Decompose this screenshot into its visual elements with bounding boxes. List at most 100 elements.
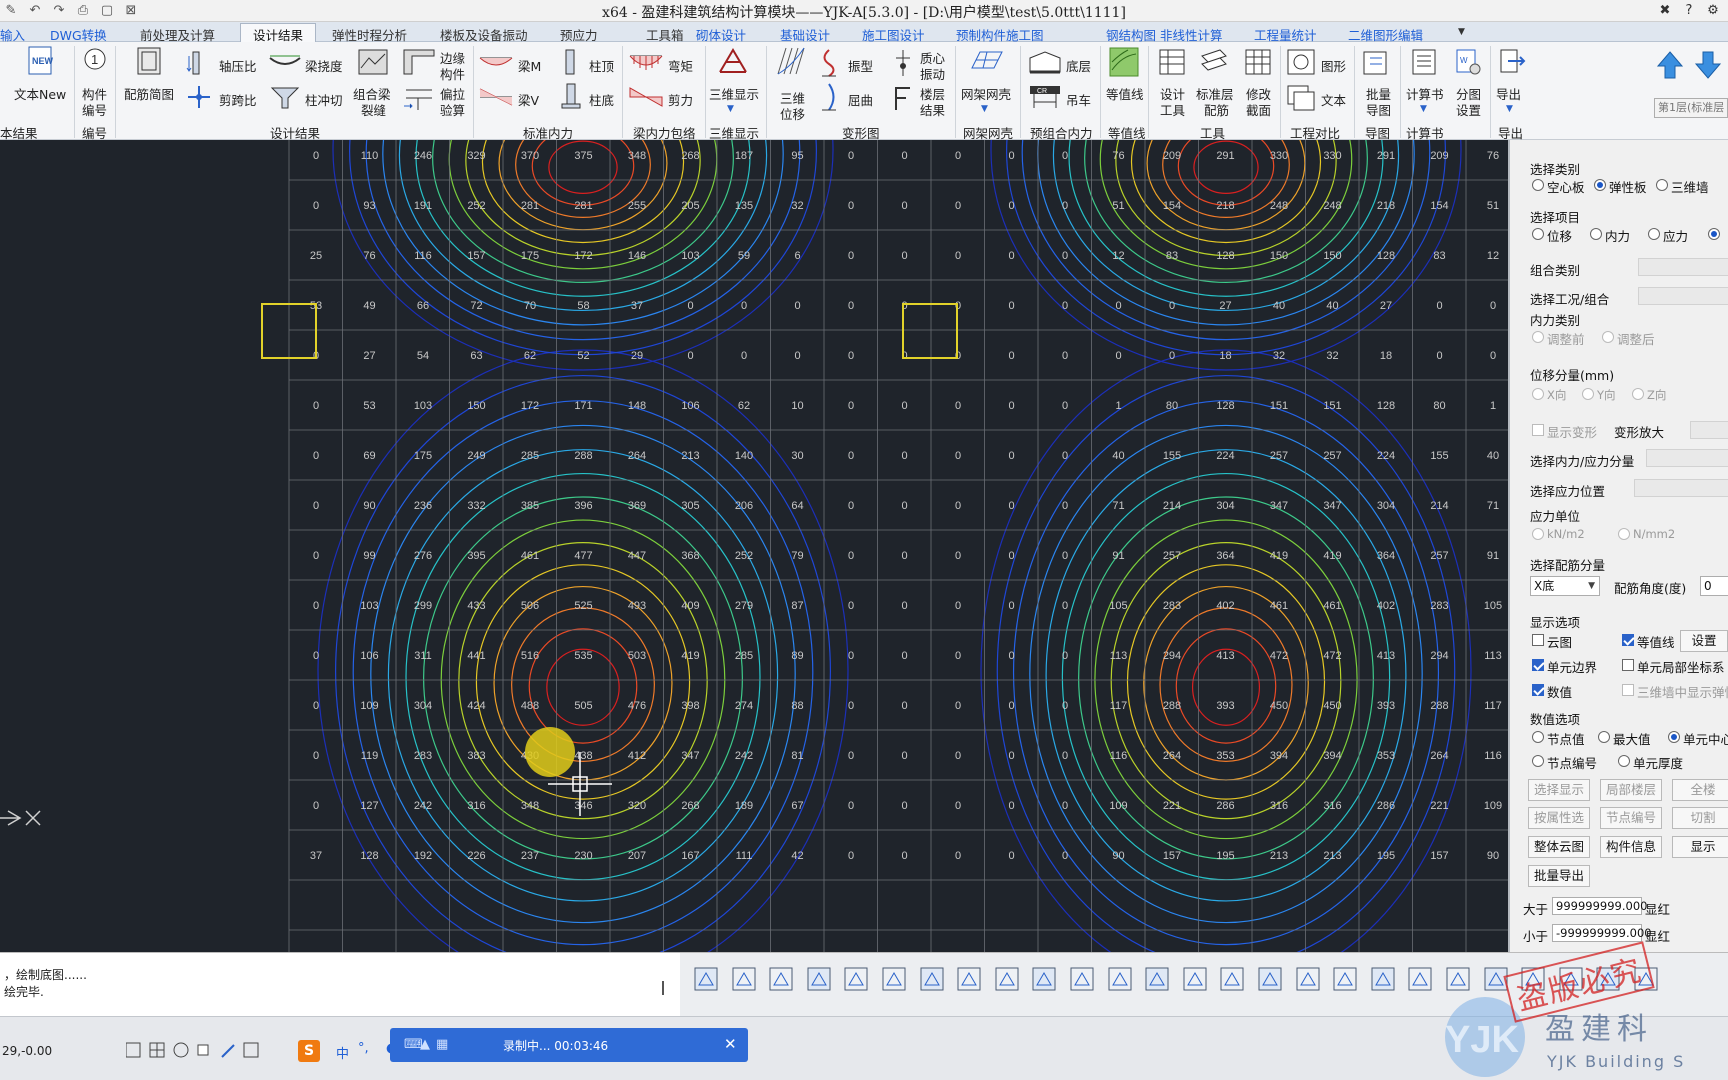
- dropdown-arrow-icon[interactable]: ▼: [727, 104, 734, 114]
- calc-book-button[interactable]: 计算书: [1406, 84, 1444, 103]
- text-new-button[interactable]: 文本New: [14, 84, 66, 103]
- member-number-label-2[interactable]: 编号: [82, 100, 107, 119]
- local-floor-button[interactable]: 局部楼层: [1600, 779, 1662, 801]
- pencil-icon[interactable]: [1519, 965, 1547, 993]
- contour-plot[interactable]: 0 110 246 329 370 375 348 268 187 95 0 0 0 0 0 76 209 291…: [0, 140, 1508, 952]
- camera-icon[interactable]: [1557, 965, 1585, 993]
- rebar-component-select[interactable]: X底 ▼: [1530, 576, 1600, 596]
- dimension-icon[interactable]: [1444, 965, 1472, 993]
- measure-angle-icon[interactable]: [1331, 965, 1359, 993]
- floor-up-icon[interactable]: [1656, 50, 1684, 80]
- copy-view-icon[interactable]: [880, 965, 908, 993]
- category-radio-3d-wall[interactable]: [1656, 179, 1668, 191]
- text-compare-button[interactable]: 文本: [1321, 90, 1346, 109]
- house-view-icon[interactable]: [1106, 965, 1134, 993]
- text-style-icon[interactable]: [1482, 965, 1510, 993]
- recording-bar[interactable]: ⌨ ▲ ▦ 录制中... 00:03:46 ✕: [390, 1028, 748, 1062]
- text-find-icon[interactable]: [767, 965, 795, 993]
- angle-icon[interactable]: [1369, 965, 1397, 993]
- shear-envelope-button[interactable]: 剪力: [668, 90, 693, 109]
- drawing-canvas[interactable]: 0 110 246 329 370 375 348 268 187 95 0 0 0 0 0 76 209 291…: [0, 140, 1508, 952]
- deform-scale-input[interactable]: [1690, 421, 1728, 439]
- column-top-button[interactable]: 柱顶: [589, 56, 614, 75]
- box-view-3-icon[interactable]: [1068, 965, 1096, 993]
- less-than-input[interactable]: -999999999.000: [1552, 924, 1652, 942]
- property-icon[interactable]: [730, 965, 758, 993]
- wall-3d-checkbox[interactable]: [1622, 684, 1634, 696]
- zoom-window-icon[interactable]: [1218, 965, 1246, 993]
- column-bottom-button[interactable]: 柱底: [589, 90, 614, 109]
- floor-select[interactable]: 第1层(标准层: [1654, 98, 1728, 118]
- cut-button[interactable]: 切割: [1672, 807, 1728, 829]
- beam-deflection-button[interactable]: 梁挠度: [305, 56, 343, 75]
- cloud-map-checkbox[interactable]: [1532, 634, 1544, 646]
- node-number-button[interactable]: 节点编号: [1600, 807, 1662, 829]
- buckling-button[interactable]: 屈曲: [848, 90, 873, 109]
- dropdown-arrow-icon[interactable]: ▼: [981, 104, 988, 114]
- export-button[interactable]: 导出: [1496, 84, 1521, 103]
- force-radio-after-adjust[interactable]: [1602, 331, 1614, 343]
- floor-result-label-2[interactable]: 结果: [920, 100, 945, 119]
- ime-logo-icon[interactable]: S: [298, 1040, 320, 1062]
- value-radio-max[interactable]: [1598, 731, 1610, 743]
- edge-member-label-2[interactable]: 构件: [440, 64, 465, 83]
- rebar-diagram-button[interactable]: 配筋简图: [124, 84, 174, 103]
- batch-export-label-2[interactable]: 导图: [1366, 100, 1391, 119]
- element-border-checkbox[interactable]: [1532, 659, 1544, 671]
- value-radio-node[interactable]: [1532, 731, 1544, 743]
- item-radio-force[interactable]: [1590, 228, 1602, 240]
- combo-category-select[interactable]: [1638, 258, 1728, 276]
- item-radio-rebar[interactable]: [1708, 228, 1720, 240]
- dropdown-arrow-icon[interactable]: ▼: [1506, 104, 1513, 114]
- crane-button[interactable]: 吊车: [1066, 90, 1091, 109]
- close-recording-icon[interactable]: ✕: [724, 1035, 737, 1053]
- load-case-select[interactable]: [1638, 287, 1728, 305]
- image-icon[interactable]: [805, 965, 833, 993]
- list-view-icon[interactable]: [692, 965, 720, 993]
- shirt-icon[interactable]: ▲: [420, 1037, 430, 1052]
- dwg-icon[interactable]: [1632, 965, 1660, 993]
- axial-ratio-button[interactable]: 轴压比: [219, 56, 257, 75]
- ime-mode-label[interactable]: 中: [336, 1043, 349, 1062]
- tab-overflow-icon[interactable]: ▼: [1458, 27, 1465, 37]
- bottom-layer-button[interactable]: 底层: [1066, 56, 1091, 75]
- floor-down-icon[interactable]: [1694, 50, 1722, 80]
- disp-radio-y[interactable]: [1582, 388, 1594, 400]
- value-radio-node-number[interactable]: [1532, 755, 1544, 767]
- contour-checkbox[interactable]: [1622, 634, 1634, 646]
- unit-radio-nmm[interactable]: [1618, 528, 1630, 540]
- show-deform-checkbox[interactable]: [1532, 424, 1544, 436]
- command-window[interactable]: ，绘制底图...... 绘完毕.: [0, 952, 680, 1016]
- modify-section-label-2[interactable]: 截面: [1246, 100, 1271, 119]
- member-info-button[interactable]: 构件信息: [1600, 836, 1662, 858]
- global-cloud-button[interactable]: 整体云图: [1528, 836, 1590, 858]
- box-view-1-icon[interactable]: [993, 965, 1021, 993]
- orbit-icon[interactable]: [1143, 965, 1171, 993]
- rebar-angle-input[interactable]: 0: [1700, 576, 1728, 596]
- shear-span-ratio-button[interactable]: 剪跨比: [219, 90, 257, 109]
- ruler-icon[interactable]: [1294, 965, 1322, 993]
- item-radio-displacement[interactable]: [1532, 228, 1544, 240]
- bending-moment-button[interactable]: 弯矩: [668, 56, 693, 75]
- composite-beam-label-2[interactable]: 裂缝: [361, 100, 386, 119]
- select-by-property-button[interactable]: 按属性选: [1528, 807, 1590, 829]
- scrollbar-handle[interactable]: [662, 981, 664, 995]
- zoom-icon[interactable]: [1256, 965, 1284, 993]
- apps-grid-icon[interactable]: ▦: [436, 1037, 448, 1052]
- category-radio-hollow-slab[interactable]: [1532, 179, 1544, 191]
- snap-toggle-icons[interactable]: [126, 1041, 276, 1061]
- graph-compare-button[interactable]: 图形: [1321, 56, 1346, 75]
- item-radio-stress[interactable]: [1648, 228, 1660, 240]
- force-radio-before-adjust[interactable]: [1532, 331, 1544, 343]
- contour-settings-button[interactable]: 设置: [1680, 630, 1728, 652]
- component-select[interactable]: [1646, 449, 1728, 467]
- dropdown-arrow-icon[interactable]: ▼: [1420, 104, 1427, 114]
- select-display-button[interactable]: 选择显示: [1528, 779, 1590, 801]
- move-view-icon[interactable]: [955, 965, 983, 993]
- disp-radio-x[interactable]: [1532, 388, 1544, 400]
- display-button[interactable]: 显示: [1672, 836, 1728, 858]
- design-tool-label-2[interactable]: 工具: [1160, 100, 1185, 119]
- tab-3[interactable]: 设计结果: [240, 23, 317, 43]
- local-axes-checkbox[interactable]: [1622, 659, 1634, 671]
- category-radio-elastic-slab[interactable]: [1594, 179, 1606, 191]
